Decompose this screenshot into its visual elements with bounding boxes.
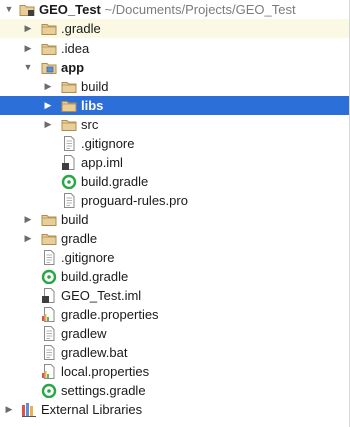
- tree-item-label: app: [61, 60, 85, 75]
- tree-item-label: .gitignore: [61, 250, 115, 265]
- folder-icon: [41, 212, 57, 227]
- tree-item-libs[interactable]: ▶ libs: [0, 96, 349, 115]
- folder-icon: [41, 21, 57, 36]
- tree-item-dot-idea[interactable]: ▶ .idea: [0, 39, 349, 58]
- tree-item-app-iml[interactable]: app.iml: [0, 153, 349, 172]
- folder-icon: [61, 79, 77, 94]
- tree-item-app-gitignore[interactable]: .gitignore: [0, 134, 349, 153]
- tree-item-gitignore[interactable]: .gitignore: [0, 248, 349, 267]
- tree-item-proguard-rules[interactable]: proguard-rules.pro: [0, 191, 349, 210]
- tree-item-app-build-gradle[interactable]: build.gradle: [0, 172, 349, 191]
- folder-icon: [61, 98, 77, 113]
- libraries-icon: [21, 402, 37, 417]
- chevron-right-icon[interactable]: ▶: [4, 400, 14, 419]
- tree-item-build-gradle[interactable]: build.gradle: [0, 267, 349, 286]
- tree-item-gradle[interactable]: ▶ gradle: [0, 229, 349, 248]
- gradle-icon: [41, 383, 57, 398]
- gradle-icon: [41, 269, 57, 284]
- tree-item-settings-gradle[interactable]: settings.gradle: [0, 381, 349, 400]
- tree-item-label: .idea: [61, 41, 90, 56]
- project-path: ~/Documents/Projects/GEO_Test: [104, 2, 296, 17]
- chevron-down-icon[interactable]: ▼: [4, 0, 14, 19]
- text-file-icon: [41, 326, 57, 341]
- tree-item-label: .gitignore: [81, 136, 135, 151]
- folder-icon: [41, 41, 57, 56]
- properties-file-icon: [41, 364, 57, 379]
- tree-item-src[interactable]: ▶ src: [0, 115, 349, 134]
- tree-item-dot-gradle[interactable]: ▶ .gradle: [0, 19, 349, 38]
- gradle-icon: [61, 174, 77, 189]
- module-file-icon: [41, 288, 57, 303]
- module-folder-icon: [41, 60, 57, 75]
- tree-item-gradle-properties[interactable]: gradle.properties: [0, 305, 349, 324]
- chevron-right-icon[interactable]: ▶: [23, 39, 33, 58]
- tree-item-label: gradlew: [61, 326, 107, 341]
- text-file-icon: [61, 193, 77, 208]
- text-file-icon: [41, 345, 57, 360]
- tree-item-label: build.gradle: [81, 174, 149, 189]
- tree-item-label: src: [81, 117, 99, 132]
- tree-item-label: build.gradle: [61, 269, 129, 284]
- tree-item-label: libs: [81, 98, 104, 113]
- tree-item-external-libraries[interactable]: ▶ External Libraries: [0, 400, 349, 419]
- text-file-icon: [41, 250, 57, 265]
- properties-file-icon: [41, 307, 57, 322]
- tree-item-label: .gradle: [61, 21, 101, 36]
- tree-item-build[interactable]: ▶ build: [0, 210, 349, 229]
- chevron-right-icon[interactable]: ▶: [43, 77, 53, 96]
- tree-item-local-properties[interactable]: local.properties: [0, 362, 349, 381]
- project-name: GEO_Test: [39, 2, 101, 17]
- folder-icon: [41, 231, 57, 246]
- tree-item-label: settings.gradle: [61, 383, 146, 398]
- chevron-right-icon[interactable]: ▶: [43, 96, 53, 115]
- tree-item-label: build: [81, 79, 109, 94]
- tree-item-label: gradle.properties: [61, 307, 159, 322]
- tree-item-label: GEO_Test.iml: [61, 288, 142, 303]
- folder-icon: [61, 117, 77, 132]
- tree-item-label: build: [61, 212, 89, 227]
- tree-item-app[interactable]: ▼ app: [0, 58, 349, 77]
- tree-item-label: local.properties: [61, 364, 150, 379]
- chevron-right-icon[interactable]: ▶: [23, 19, 33, 38]
- tree-item-geo-test-iml[interactable]: GEO_Test.iml: [0, 286, 349, 305]
- chevron-down-icon[interactable]: ▼: [23, 58, 33, 77]
- tree-item-gradlew-bat[interactable]: gradlew.bat: [0, 343, 349, 362]
- tree-item-app-build[interactable]: ▶ build: [0, 77, 349, 96]
- tree-item-gradlew[interactable]: gradlew: [0, 324, 349, 343]
- tree-item-project-root[interactable]: ▼ GEO_Test ~/Documents/Projects/GEO_Test: [0, 0, 349, 19]
- chevron-right-icon[interactable]: ▶: [23, 210, 33, 229]
- tree-item-label: proguard-rules.pro: [81, 193, 188, 208]
- chevron-right-icon[interactable]: ▶: [23, 229, 33, 248]
- tree-item-label: gradle: [61, 231, 98, 246]
- chevron-right-icon[interactable]: ▶: [43, 115, 53, 134]
- tree-item-label: External Libraries: [41, 402, 143, 417]
- tree-item-label: gradlew.bat: [61, 345, 128, 360]
- project-tree: ▼ GEO_Test ~/Documents/Projects/GEO_Test…: [0, 0, 350, 427]
- tree-item-label: app.iml: [81, 155, 123, 170]
- module-file-icon: [61, 155, 77, 170]
- project-folder-icon: [19, 2, 35, 17]
- text-file-icon: [61, 136, 77, 151]
